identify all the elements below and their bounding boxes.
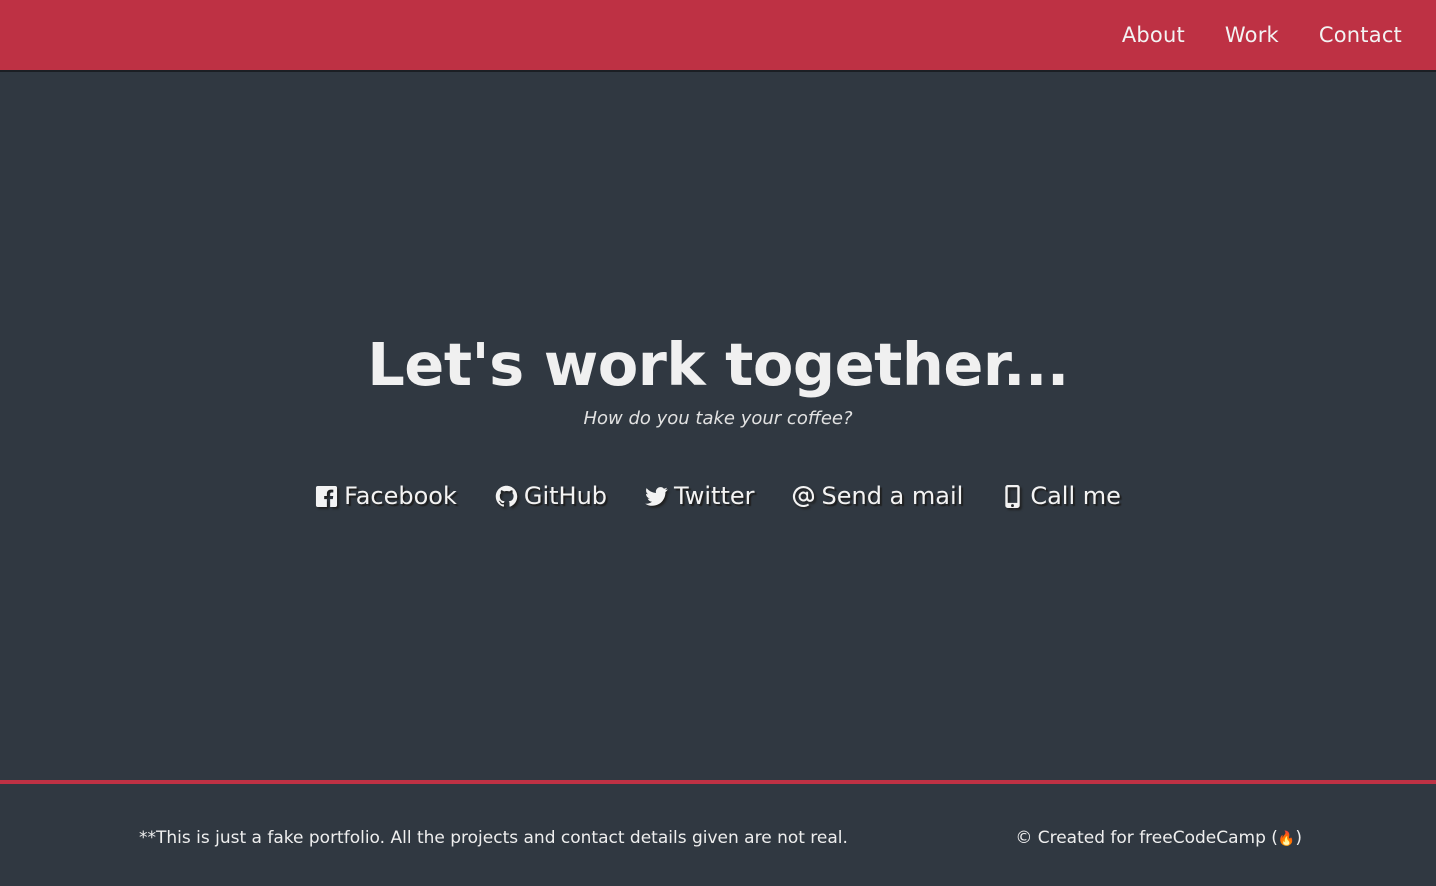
- nav-item-about: About: [1082, 23, 1185, 47]
- footer-credit: © Created for freeCodeCamp (🔥): [1015, 828, 1302, 848]
- phone-link[interactable]: Call me: [1001, 482, 1121, 510]
- contact-heading: Let's work together...: [367, 330, 1069, 399]
- nav-link-contact[interactable]: Contact: [1319, 23, 1402, 47]
- email-link[interactable]: Send a mail: [792, 482, 963, 510]
- facebook-label: Facebook: [344, 482, 457, 510]
- footer-disclaimer: **This is just a fake portfolio. All the…: [139, 828, 848, 848]
- freecodecamp-fire-icon[interactable]: 🔥: [1278, 831, 1295, 847]
- footer: **This is just a fake portfolio. All the…: [0, 780, 1436, 886]
- at-icon: [793, 485, 815, 507]
- phone-label: Call me: [1030, 482, 1121, 510]
- top-navbar: About Work Contact: [0, 0, 1436, 70]
- github-icon: [495, 485, 518, 507]
- contact-subheading: How do you take your coffee?: [583, 408, 853, 429]
- mobile-phone-icon: [1005, 484, 1021, 508]
- twitter-label: Twitter: [674, 482, 755, 510]
- github-link[interactable]: GitHub: [495, 482, 607, 510]
- facebook-link[interactable]: Facebook: [315, 482, 457, 510]
- facebook-icon: [316, 485, 338, 507]
- nav-item-contact: Contact: [1279, 23, 1402, 47]
- footer-credit-prefix: © Created for freeCodeCamp (: [1015, 828, 1278, 848]
- github-label: GitHub: [523, 482, 608, 510]
- footer-credit-suffix: ): [1295, 828, 1302, 848]
- nav-link-about[interactable]: About: [1122, 23, 1185, 47]
- nav-link-work[interactable]: Work: [1225, 23, 1279, 47]
- nav-item-work: Work: [1185, 23, 1279, 47]
- twitter-icon: [645, 486, 668, 506]
- nav-list: About Work Contact: [1082, 23, 1436, 47]
- twitter-link[interactable]: Twitter: [645, 482, 754, 510]
- contact-links: Facebook GitHub Twitter Send a mail Call…: [0, 482, 1436, 510]
- email-label: Send a mail: [821, 482, 964, 510]
